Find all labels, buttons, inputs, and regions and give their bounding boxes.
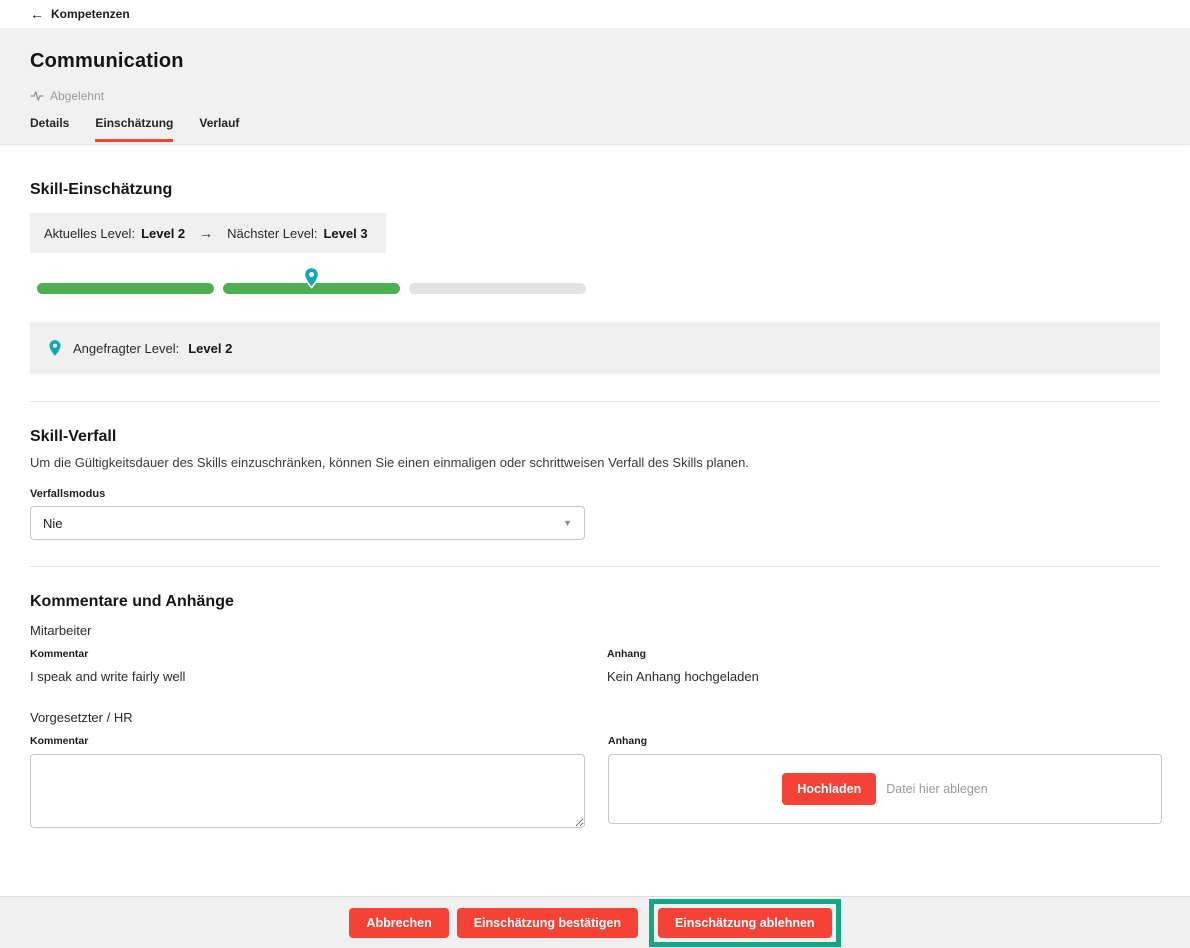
supervisor-role-label: Vorgesetzter / HR	[30, 710, 1160, 725]
employee-role-label: Mitarbeiter	[30, 623, 1160, 638]
upload-button[interactable]: Hochladen	[782, 773, 876, 805]
tab-verlauf[interactable]: Verlauf	[199, 116, 239, 142]
decay-mode-label: Verfallsmodus	[30, 488, 1160, 500]
employee-comment-value: I speak and write fairly well	[30, 669, 584, 684]
supervisor-comment-label: Kommentar	[30, 735, 585, 747]
tab-bar: Details Einschätzung Verlauf	[30, 116, 1160, 142]
supervisor-attachment-label: Anhang	[608, 735, 1162, 747]
section-divider	[30, 401, 1160, 402]
back-arrow-icon: ←	[30, 6, 44, 22]
employee-comment-label: Kommentar	[30, 648, 584, 660]
progress-segment-1	[37, 283, 214, 294]
next-level-value: Level 3	[323, 226, 367, 241]
decay-description: Um die Gültigkeitsdauer des Skills einzu…	[30, 455, 1160, 470]
assessment-section-title: Skill-Einschätzung	[30, 145, 1160, 199]
drop-file-hint: Datei hier ablegen	[886, 782, 987, 796]
requested-level-label: Angefragter Level:	[73, 341, 179, 356]
confirm-assessment-button[interactable]: Einschätzung bestätigen	[457, 908, 638, 938]
level-arrow-icon: →	[191, 225, 221, 241]
requested-level-box: Angefragter Level: Level 2	[30, 322, 1160, 374]
page-header: Communication Abgelehnt Details Einschät…	[0, 28, 1190, 145]
main-content: Skill-Einschätzung Aktuelles Level: Leve…	[0, 145, 1190, 833]
progress-segment-3	[409, 283, 586, 294]
supervisor-comment-textarea[interactable]	[30, 754, 585, 828]
reject-assessment-button[interactable]: Einschätzung ablehnen	[658, 908, 832, 938]
supervisor-comment-row: Kommentar Anhang Hochladen Datei hier ab…	[30, 725, 1160, 833]
top-bar: ← Kompetenzen	[0, 0, 1190, 28]
current-level-label: Aktuelles Level:	[44, 226, 135, 241]
requested-level-pin-icon	[300, 266, 323, 289]
level-transition-box: Aktuelles Level: Level 2 → Nächster Leve…	[30, 213, 386, 253]
next-level-label: Nächster Level:	[227, 226, 317, 241]
status-badge: Abgelehnt	[50, 89, 104, 103]
tab-details[interactable]: Details	[30, 116, 69, 142]
comments-section-title: Kommentare und Anhänge	[30, 593, 1160, 611]
section-divider	[30, 566, 1160, 567]
decay-mode-select[interactable]: Nie ▼	[30, 506, 585, 540]
page-title: Communication	[30, 50, 1160, 73]
employee-attachment-value: Kein Anhang hochgeladen	[607, 669, 1160, 684]
dropdown-caret-icon: ▼	[563, 518, 572, 528]
activity-pulse-icon	[30, 89, 44, 103]
back-link-label: Kompetenzen	[51, 7, 130, 21]
decay-mode-selected-value: Nie	[43, 516, 63, 531]
status-line: Abgelehnt	[30, 89, 1160, 103]
level-progress-bar	[37, 283, 1160, 294]
employee-attachment-label: Anhang	[607, 648, 1160, 660]
employee-comment-row: Kommentar I speak and write fairly well …	[30, 638, 1160, 684]
tab-einschaetzung[interactable]: Einschätzung	[95, 116, 173, 142]
cancel-button[interactable]: Abbrechen	[349, 908, 448, 938]
decay-section-title: Skill-Verfall	[30, 428, 1160, 446]
back-to-competencies-link[interactable]: ← Kompetenzen	[30, 6, 130, 22]
requested-level-value: Level 2	[188, 341, 232, 356]
annotation-highlight-box: Einschätzung ablehnen	[649, 899, 841, 947]
current-level-value: Level 2	[141, 226, 185, 241]
map-pin-icon	[46, 339, 64, 357]
attachment-dropzone[interactable]: Hochladen Datei hier ablegen	[608, 754, 1162, 824]
action-footer: Abbrechen Einschätzung bestätigen Einsch…	[0, 896, 1190, 948]
